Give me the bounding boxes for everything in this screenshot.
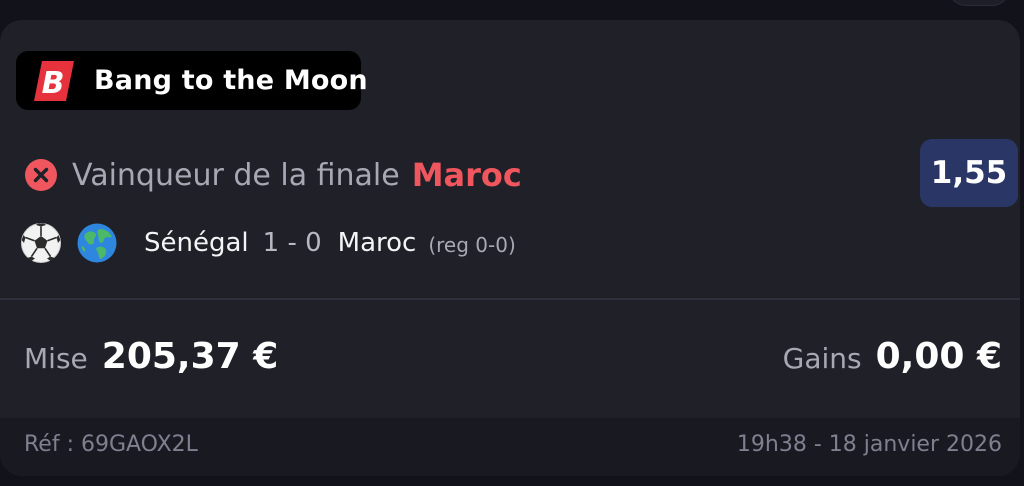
globe-icon (77, 223, 117, 263)
winnings-amount: 0,00 € (875, 336, 1002, 377)
operator-logo-icon: B (34, 60, 74, 101)
stake-label: Mise (24, 342, 88, 375)
bet-reference: Réf : 69GAOX2L (24, 432, 198, 457)
bet-screen: B Bang to the Moon Vainqueur de la final… (0, 0, 1024, 486)
winnings: Gains 0,00 € (783, 336, 1002, 386)
match-row: Sénégal 1 - 0 Maroc (reg 0-0) (20, 220, 516, 266)
top-control-edge[interactable] (948, 0, 1010, 6)
operator-badge: B Bang to the Moon (16, 51, 368, 110)
match-score: 1 - 0 (262, 228, 322, 258)
market-label: Vainqueur de la finale (72, 157, 400, 193)
home-team: Sénégal (144, 228, 249, 258)
bet-datetime: 19h38 - 18 janvier 2026 (736, 432, 1002, 457)
bet-card[interactable]: B Bang to the Moon Vainqueur de la final… (0, 20, 1020, 476)
stake-amount: 205,37 € (101, 336, 279, 377)
svg-text:B: B (42, 66, 65, 101)
odds-badge: 1,55 (920, 139, 1018, 207)
operator-name: Bang to the Moon (94, 65, 368, 96)
selection-row: Vainqueur de la finale Maroc (24, 155, 522, 195)
selection-pick: Maroc (411, 156, 522, 194)
cross-circle-icon (25, 159, 57, 191)
regular-time-score: (reg 0-0) (428, 233, 516, 257)
soccer-ball-icon (21, 223, 61, 263)
bet-footer: Réf : 69GAOX2L 19h38 - 18 janvier 2026 (0, 418, 1020, 476)
stake: Mise 205,37 € (24, 336, 278, 386)
away-team: Maroc (337, 228, 417, 258)
winnings-label: Gains (782, 342, 862, 375)
divider (0, 298, 1020, 300)
